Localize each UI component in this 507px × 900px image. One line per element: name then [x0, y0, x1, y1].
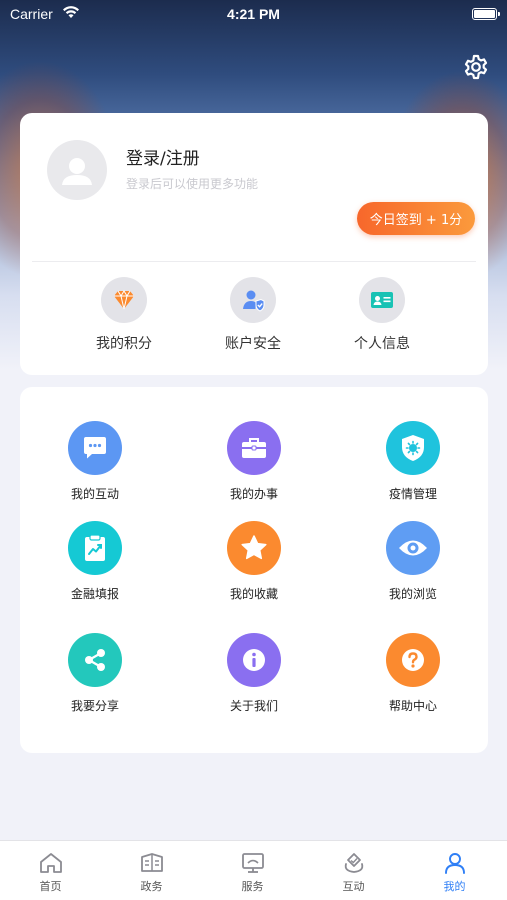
- function-finance-report[interactable]: 金融填报: [40, 521, 150, 602]
- tab-label: 首页: [39, 880, 62, 893]
- gear-icon: [464, 54, 488, 80]
- function-label: 我的收藏: [229, 587, 278, 601]
- tab-bar: 首页 政务 服务 互动 我的: [0, 840, 507, 900]
- divider: [32, 261, 476, 262]
- login-hint: 登录后可以使用更多功能: [126, 177, 259, 191]
- chat-bubble-icon: [84, 437, 106, 459]
- quick-action-account-security[interactable]: 账户安全: [203, 277, 303, 353]
- function-grid-card: 我的互动 我的办事 疫情管理 金融填报 我的收藏 我的浏览 我要分享 关于我们 …: [20, 387, 488, 753]
- government-icon: [140, 853, 163, 872]
- tab-label: 互动: [342, 880, 365, 893]
- avatar[interactable]: [47, 140, 107, 200]
- quick-action-label: 个人信息: [354, 336, 410, 352]
- status-bar: Carrier 4:21 PM: [0, 0, 507, 28]
- question-icon: [402, 649, 424, 671]
- quick-action-label: 我的积分: [96, 336, 152, 352]
- diamond-icon: [114, 290, 134, 310]
- eye-icon: [399, 540, 427, 556]
- function-my-favorites[interactable]: 我的收藏: [199, 521, 309, 602]
- function-my-affairs[interactable]: 我的办事: [199, 421, 309, 502]
- interaction-icon: [344, 853, 363, 873]
- clipboard-chart-icon: [85, 534, 105, 561]
- home-icon: [39, 853, 62, 873]
- tab-mine[interactable]: 我的: [404, 841, 505, 900]
- user-shield-icon: [243, 290, 265, 312]
- function-label: 我的互动: [70, 487, 119, 501]
- quick-action-personal-info[interactable]: 个人信息: [332, 277, 432, 353]
- function-epidemic-management[interactable]: 疫情管理: [358, 421, 468, 502]
- settings-button[interactable]: [461, 52, 491, 82]
- function-label: 金融填报: [70, 587, 119, 601]
- function-label: 关于我们: [229, 699, 278, 713]
- tab-home[interactable]: 首页: [0, 841, 101, 900]
- user-icon: [444, 853, 465, 874]
- star-icon: [241, 535, 267, 560]
- briefcase-icon: [242, 438, 266, 458]
- login-register-link[interactable]: 登录/注册: [126, 144, 200, 169]
- id-card-icon: [371, 292, 393, 308]
- tab-interaction[interactable]: 互动: [303, 841, 404, 900]
- function-share[interactable]: 我要分享: [40, 633, 150, 714]
- clock: 4:21 PM: [227, 6, 280, 22]
- tab-label: 政务: [140, 880, 163, 893]
- quick-action-points[interactable]: 我的积分: [74, 277, 174, 353]
- daily-checkin-button[interactable]: 今日签到 + 1分: [357, 202, 475, 235]
- function-my-browsing[interactable]: 我的浏览: [358, 521, 468, 602]
- tab-government[interactable]: 政务: [101, 841, 202, 900]
- function-label: 我的浏览: [388, 587, 437, 601]
- quick-action-label: 账户安全: [225, 336, 281, 352]
- info-icon: [243, 649, 265, 671]
- function-label: 帮助中心: [388, 699, 437, 713]
- tab-label: 服务: [241, 880, 264, 893]
- function-label: 我要分享: [70, 699, 119, 713]
- battery-icon: [472, 8, 500, 20]
- function-about-us[interactable]: 关于我们: [199, 633, 309, 714]
- function-label: 疫情管理: [388, 487, 437, 501]
- service-icon: [241, 853, 264, 873]
- function-my-interactions[interactable]: 我的互动: [40, 421, 150, 502]
- function-label: 我的办事: [229, 487, 278, 501]
- tab-label: 我的: [443, 880, 466, 893]
- default-avatar-icon: [62, 158, 92, 185]
- shield-virus-icon: [402, 435, 424, 461]
- share-icon: [85, 649, 105, 671]
- tab-service[interactable]: 服务: [202, 841, 303, 900]
- function-help-center[interactable]: 帮助中心: [358, 633, 468, 714]
- profile-card: 登录/注册 登录后可以使用更多功能 今日签到 + 1分 我的积分 账户安全 个人…: [20, 113, 488, 375]
